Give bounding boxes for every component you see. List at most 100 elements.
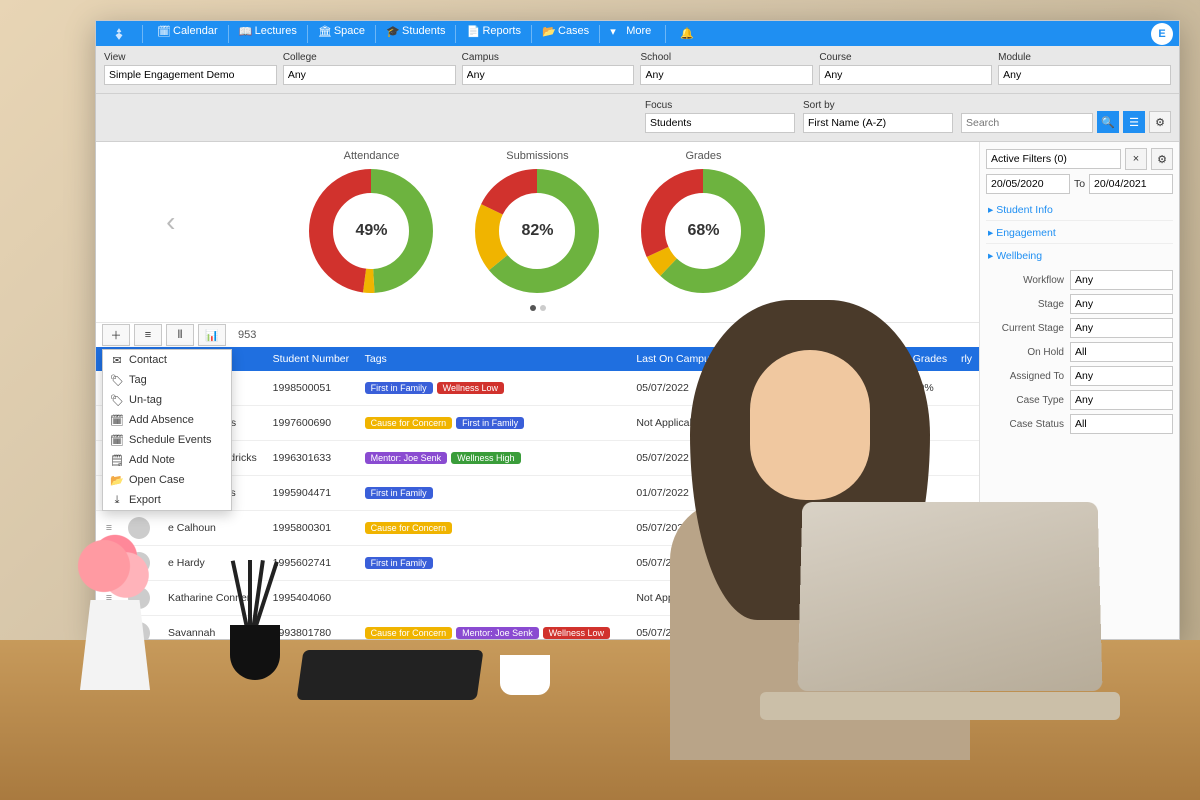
cell-trailing <box>955 371 979 406</box>
filter-course: Course <box>819 50 992 85</box>
user-avatar-initial[interactable]: E <box>1151 23 1173 45</box>
cell-tags: Cause for Concern <box>359 510 631 545</box>
table-toolbar: ＋ ≡ ⦀ 📊 953 ✉Contact🏷Tag🏷Un-tag🗓Add Abse… <box>96 322 979 346</box>
date-from-input[interactable] <box>986 174 1070 194</box>
view-chart-button[interactable]: 📊 <box>198 324 226 346</box>
col-attendance-[interactable]: Attendance (%) <box>725 347 813 371</box>
settings-gear-button[interactable]: ⚙ <box>1149 111 1171 133</box>
filter-school-input[interactable] <box>640 65 813 85</box>
search-button[interactable]: 🔍 <box>1097 111 1119 133</box>
col-trailing[interactable]: rly <box>955 347 979 371</box>
charts-prev-arrow[interactable]: ‹ <box>159 198 183 246</box>
chart-center-label: 82% <box>474 168 600 294</box>
menu-item-un-tag[interactable]: 🏷Un-tag <box>103 390 231 410</box>
cell-trailing <box>955 615 979 639</box>
filter-strip: View College Campus School Course Module <box>96 46 1179 94</box>
menu-item-export[interactable]: ⤓Export <box>103 490 231 510</box>
filter-label: Course <box>819 50 992 65</box>
table-row[interactable]: ≡Savannah1993801780Cause for ConcernMent… <box>96 615 979 639</box>
table-row[interactable]: ≡e Calhoun1995800301Cause for Concern05/… <box>96 510 979 545</box>
bell-icon: 🔔 <box>680 27 694 40</box>
clear-filters-button[interactable]: × <box>1125 148 1147 170</box>
rp-field-label: Assigned To <box>986 371 1064 382</box>
filter-focus-input[interactable] <box>645 113 795 133</box>
add-action-button[interactable]: ＋ <box>102 324 130 346</box>
nav-lectures[interactable]: 📖Lectures <box>231 25 305 37</box>
view-list-button[interactable]: ≡ <box>134 324 162 346</box>
filter-settings-button[interactable]: ⚙ <box>1151 148 1173 170</box>
rp-field-input[interactable] <box>1070 342 1173 362</box>
rp-section-engagement[interactable]: ▸ Engagement <box>986 220 1173 243</box>
rp-field-input[interactable] <box>1070 366 1173 386</box>
cell-tags: First in FamilyWellness Low <box>359 371 631 406</box>
brand-leaf-icon <box>112 27 126 41</box>
view-columns-button[interactable]: ⦀ <box>166 324 194 346</box>
menu-item-open-case[interactable]: 📂Open Case <box>103 470 231 490</box>
table-row[interactable]: ≡Katharine Conner1995404060Not Applicabl… <box>96 580 979 615</box>
cell-fullname: Katharine Conner <box>162 580 267 615</box>
col-tags[interactable]: Tags <box>359 347 631 371</box>
rp-field-input[interactable] <box>1070 270 1173 290</box>
menu-item-schedule-events[interactable]: 🗓Schedule Events <box>103 430 231 450</box>
rp-section-wellbeing[interactable]: ▸ Wellbeing <box>986 243 1173 266</box>
nav-space[interactable]: 🏛Space <box>310 25 373 37</box>
active-filters-input[interactable] <box>986 149 1121 169</box>
cell-grades <box>907 545 955 580</box>
chart-center-label: 49% <box>308 168 434 294</box>
tag-badge: Wellness High <box>451 452 520 464</box>
row-drag-handle[interactable]: ≡ <box>96 615 122 639</box>
row-avatar-cell <box>122 545 162 580</box>
donut-chart: 49% <box>308 168 434 294</box>
nav-label: Space <box>334 25 365 37</box>
filter-college-input[interactable] <box>283 65 456 85</box>
filter-sortby-input[interactable] <box>803 113 953 133</box>
cell-grades <box>907 580 955 615</box>
table-row[interactable]: ≡e Hardy1995602741First in Family05/07/2… <box>96 545 979 580</box>
rp-field-input[interactable] <box>1070 294 1173 314</box>
cell-submissions <box>812 510 906 545</box>
nav-more[interactable]: ▾More <box>602 25 659 37</box>
rp-field-input[interactable] <box>1070 390 1173 410</box>
filter-module-input[interactable] <box>998 65 1171 85</box>
students-icon: 🎓 <box>386 25 398 37</box>
cell-trailing <box>955 475 979 510</box>
cell-fullname: e Hardy <box>162 545 267 580</box>
rp-field-input[interactable] <box>1070 414 1173 434</box>
nav-students[interactable]: 🎓Students <box>378 25 453 37</box>
date-to-input[interactable] <box>1089 174 1173 194</box>
nav-reports[interactable]: 📄Reports <box>458 25 529 37</box>
notifications-bell[interactable]: 🔔 <box>672 21 702 46</box>
menu-item-contact[interactable]: ✉Contact <box>103 350 231 370</box>
col-grades[interactable]: Grades <box>907 347 955 371</box>
chart-title: Submissions <box>474 150 600 162</box>
menu-item-label: Un-tag <box>129 394 162 406</box>
nav-cases[interactable]: 📂Cases <box>534 25 597 37</box>
row-drag-handle[interactable]: ≡ <box>96 580 122 615</box>
menu-item-add-absence[interactable]: 🗓Add Absence <box>103 410 231 430</box>
filter-campus-input[interactable] <box>462 65 635 85</box>
cell-trailing <box>955 405 979 440</box>
tag-badge: Mentor: Joe Senk <box>365 452 448 464</box>
cell-tags <box>359 580 631 615</box>
filter-module: Module <box>998 50 1171 85</box>
col-submissions-[interactable]: Submissions (%) <box>812 347 906 371</box>
filter-course-input[interactable] <box>819 65 992 85</box>
menu-item-icon: 🏷 <box>111 374 123 386</box>
cell-last-on-campus: 05/07/2022 <box>630 371 724 406</box>
nav-calendar[interactable]: 🗓Calendar <box>149 25 226 37</box>
row-drag-handle[interactable]: ≡ <box>96 510 122 545</box>
menu-item-tag[interactable]: 🏷Tag <box>103 370 231 390</box>
filter-button[interactable]: ☰ <box>1123 111 1145 133</box>
brand-logo <box>102 27 136 41</box>
menu-item-add-note[interactable]: 🗒Add Note <box>103 450 231 470</box>
rp-field-input[interactable] <box>1070 318 1173 338</box>
search-input[interactable] <box>961 113 1093 133</box>
filter-view-input[interactable] <box>104 65 277 85</box>
col-student-number[interactable]: Student Number <box>267 347 359 371</box>
separator <box>142 25 143 43</box>
cell-attendance <box>725 615 813 639</box>
col-last-on-campus[interactable]: Last On Campus <box>630 347 724 371</box>
rp-section-student-info[interactable]: ▸ Student Info <box>986 198 1173 220</box>
row-drag-handle[interactable]: ≡ <box>96 545 122 580</box>
reports-icon: 📄 <box>466 25 478 37</box>
